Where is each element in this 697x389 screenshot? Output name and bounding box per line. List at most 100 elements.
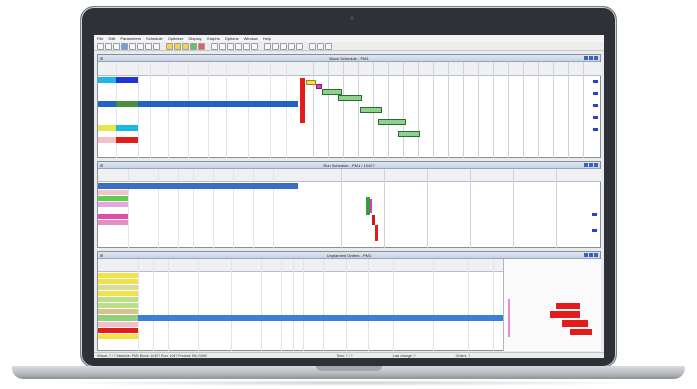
menu-options[interactable]: Options	[225, 35, 239, 42]
maximize-icon[interactable]	[589, 163, 593, 167]
menu-window[interactable]: Window	[244, 35, 258, 42]
optimize-icon[interactable]	[190, 42, 197, 50]
paste-icon[interactable]	[145, 42, 152, 50]
gantt-bar[interactable]	[360, 107, 382, 113]
order-id-cell[interactable]	[98, 291, 138, 296]
flag-icon	[592, 229, 597, 232]
flag-icon	[592, 213, 597, 216]
print-icon[interactable]	[121, 42, 128, 50]
maximize-icon[interactable]	[589, 253, 593, 257]
selected-order-row[interactable]	[98, 315, 503, 321]
menu-graphs[interactable]: Graphs	[207, 35, 220, 42]
menu-parameters[interactable]: Parameters	[120, 35, 141, 42]
order-id-cell[interactable]	[98, 297, 138, 302]
orders-graph-bar	[570, 329, 592, 335]
menu-display[interactable]: Display	[189, 35, 202, 42]
run-schedule-title: Run Schedule - PM1 / 1042?	[323, 162, 375, 168]
run-id-cell[interactable]	[98, 220, 128, 225]
run-bar[interactable]	[375, 225, 378, 241]
application-window: File Edit Parameters Schedule Optimize D…	[94, 35, 604, 358]
stop-icon[interactable]	[198, 42, 205, 50]
table-icon[interactable]	[280, 42, 287, 50]
gantt-bar[interactable]	[306, 80, 316, 85]
cut-icon[interactable]	[129, 42, 136, 50]
menu-edit[interactable]: Edit	[108, 35, 115, 42]
run-id-cell[interactable]	[98, 190, 128, 195]
new-icon[interactable]	[97, 42, 104, 50]
filter-icon[interactable]	[288, 42, 295, 50]
help-icon[interactable]	[325, 42, 332, 50]
menu-file[interactable]: File	[97, 35, 103, 42]
copy-icon[interactable]	[137, 42, 144, 50]
order-id-cell[interactable]	[98, 279, 138, 284]
gantt-bar[interactable]	[338, 95, 362, 101]
block-id-cell[interactable]	[98, 77, 116, 83]
run-gantt	[298, 169, 601, 248]
run-id-cell[interactable]	[98, 202, 128, 207]
chart2-icon[interactable]	[174, 42, 181, 50]
gantt-bar[interactable]	[398, 131, 420, 137]
close-icon[interactable]	[594, 253, 598, 257]
run-bar[interactable]	[370, 199, 372, 213]
last-icon[interactable]	[251, 42, 258, 50]
zoom-out-icon[interactable]	[219, 42, 226, 50]
menu-schedule[interactable]: Schedule	[146, 35, 163, 42]
run-id-cell[interactable]	[98, 214, 128, 219]
run-bar[interactable]	[372, 215, 375, 225]
chart3-icon[interactable]	[182, 42, 189, 50]
block-color-swatch	[116, 125, 138, 131]
flag-icon	[593, 128, 598, 131]
order-id-cell[interactable]	[98, 322, 138, 327]
menu-optimize[interactable]: Optimize	[168, 35, 184, 42]
settings-icon[interactable]	[317, 42, 324, 50]
order-id-cell[interactable]	[98, 315, 138, 321]
flag-icon	[593, 80, 598, 83]
block-color-swatch	[116, 77, 138, 83]
block-table-header	[98, 62, 298, 76]
minimize-icon[interactable]	[584, 56, 588, 60]
orders-graph-bar	[556, 303, 580, 309]
list-icon[interactable]	[272, 42, 279, 50]
next-icon[interactable]	[243, 42, 250, 50]
order-id-cell[interactable]	[98, 285, 138, 290]
pin-icon[interactable]: ⊞	[100, 253, 103, 258]
run-id-cell[interactable]	[98, 196, 128, 201]
undo-icon[interactable]	[153, 42, 160, 50]
toolbar	[94, 42, 604, 51]
prev-icon[interactable]	[235, 42, 242, 50]
block-schedule-titlebar: ⊞ Block Schedule - PM1	[98, 55, 600, 62]
block-schedule-pane: ⊞ Block Schedule - PM1	[97, 54, 601, 158]
minimize-icon[interactable]	[584, 253, 588, 257]
pin-icon[interactable]: ⊞	[100, 163, 103, 168]
orders-graph-bar	[508, 299, 510, 337]
minimize-icon[interactable]	[584, 163, 588, 167]
zoom-in-icon[interactable]	[211, 42, 218, 50]
order-id-cell[interactable]	[98, 303, 138, 308]
save-icon[interactable]	[113, 42, 120, 50]
open-icon[interactable]	[105, 42, 112, 50]
selected-row[interactable]	[98, 183, 298, 189]
block-id-cell[interactable]	[98, 125, 116, 131]
calendar-icon[interactable]	[309, 42, 316, 50]
block-table	[98, 62, 298, 158]
order-id-cell[interactable]	[98, 309, 138, 314]
orders-titlebar: ⊞ Unplanned Orders - PM1	[98, 252, 600, 259]
orders-graph-bar	[550, 311, 580, 318]
sort-icon[interactable]	[296, 42, 303, 50]
status-left: Virtual: ? / ? Machine: PM1 Block: 1042?…	[97, 353, 207, 358]
menu-help[interactable]: Help	[263, 35, 271, 42]
close-icon[interactable]	[594, 56, 598, 60]
order-id-cell[interactable]	[98, 334, 138, 339]
block-id-cell[interactable]	[98, 137, 116, 143]
order-id-cell[interactable]	[98, 273, 138, 278]
gantt-bar[interactable]	[378, 119, 406, 125]
run-schedule-titlebar: ⊞ Run Schedule - PM1 / 1042?	[98, 162, 600, 169]
grid-icon[interactable]	[264, 42, 271, 50]
maximize-icon[interactable]	[589, 56, 593, 60]
first-icon[interactable]	[227, 42, 234, 50]
close-icon[interactable]	[594, 163, 598, 167]
pin-icon[interactable]: ⊞	[100, 56, 103, 61]
order-id-cell[interactable]	[98, 328, 138, 333]
chart-icon[interactable]	[166, 42, 173, 50]
status-right1: Last change: ?	[392, 353, 416, 358]
